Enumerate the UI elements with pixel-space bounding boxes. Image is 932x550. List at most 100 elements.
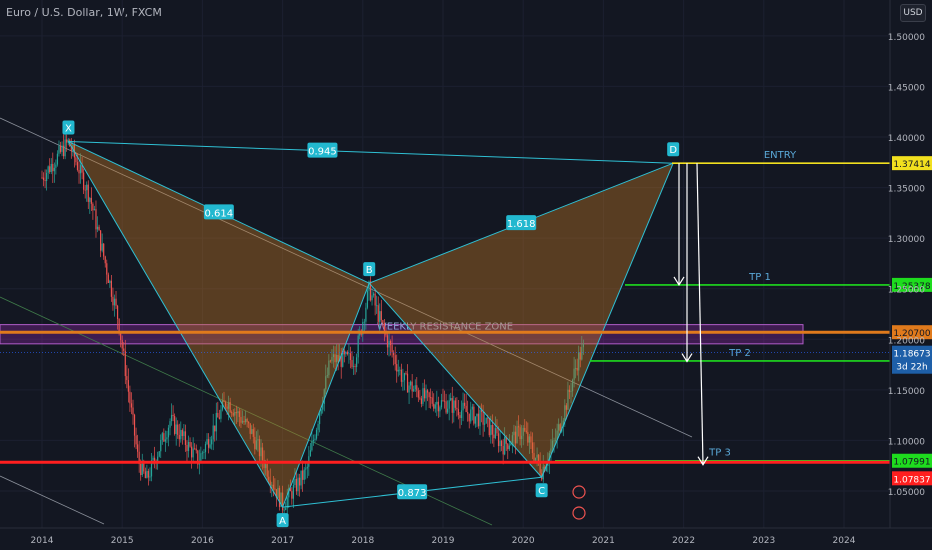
candle-body (451, 398, 453, 413)
candle-body (174, 416, 176, 434)
candle-body (209, 444, 211, 448)
candle-body (365, 307, 367, 322)
candle-body (144, 471, 146, 479)
candle-body (53, 167, 55, 172)
candle-body (453, 400, 455, 413)
candle-body (79, 164, 82, 174)
candle-body (371, 295, 373, 301)
candle-body (115, 298, 117, 306)
candle-body (59, 145, 62, 152)
candle-body (211, 439, 213, 445)
candle-body (217, 412, 219, 418)
pattern-triangle-bcd (369, 163, 674, 478)
candle-body (87, 184, 89, 202)
candle-body (414, 385, 416, 390)
candle-body (158, 451, 160, 457)
candle-body (64, 139, 66, 157)
candle-body (146, 470, 148, 479)
candle-body (283, 509, 285, 511)
ratio-label-text: 0.873 (398, 488, 427, 499)
price-axis: 1.50000 1.45000 1.40000 1.35000 1.30000 1.250… (888, 0, 925, 528)
x-tick-label: 2017 (271, 536, 294, 546)
candle-body (93, 209, 96, 211)
candle-body (46, 172, 48, 182)
candle-body (437, 401, 439, 412)
candle-body (195, 448, 197, 451)
candle-body (194, 448, 196, 450)
candle-body (502, 446, 504, 455)
point-label-text: C (538, 486, 545, 497)
candle-body (178, 434, 180, 440)
candle-body (430, 397, 432, 399)
candle-body (402, 380, 404, 382)
candle-body (103, 243, 105, 257)
candle-body (192, 448, 194, 458)
candle-body (425, 390, 427, 399)
candle-body (410, 381, 412, 386)
y-tick-label: 1.30000 (888, 235, 925, 245)
candle-body (394, 355, 396, 365)
candle-body (133, 414, 136, 436)
candle-body (494, 428, 497, 439)
x-tick-label: 2021 (592, 536, 615, 546)
y-tick-label: 1.35000 (888, 185, 925, 195)
candle-body (130, 403, 133, 408)
candle-body (416, 385, 418, 391)
level-label: TP 1 (748, 272, 771, 283)
level-label: TP 3 (708, 448, 731, 459)
x-tick-label: 2018 (351, 536, 374, 546)
candle-body (41, 177, 43, 179)
candle-body (170, 414, 173, 422)
candle-body (357, 335, 359, 358)
point-label-b: B (363, 262, 376, 277)
candle-body (167, 427, 170, 438)
point-label-text: B (366, 265, 373, 276)
candle-body (49, 166, 51, 172)
candle-body (462, 402, 464, 411)
candle-body (496, 428, 498, 434)
candle-body (456, 407, 458, 410)
chart-canvas[interactable]: WEEKLY RESISTANCE ZONE 0.9450.6140.8731.… (0, 0, 932, 550)
candle-body (298, 477, 301, 486)
candle-body (467, 412, 469, 414)
candle-body (180, 430, 182, 440)
price-badge-text: 1.07991 (893, 458, 930, 468)
y-tick-label: 1.05000 (888, 488, 925, 498)
candle-body (419, 397, 421, 399)
candle-body (220, 409, 222, 419)
candle-body (50, 163, 52, 172)
candle-body (348, 353, 350, 355)
candle-body (100, 230, 102, 251)
candle-body (166, 437, 168, 440)
candle-body (433, 403, 435, 409)
candle-body (488, 418, 490, 436)
candle-body (426, 390, 429, 393)
candle-body (305, 468, 307, 470)
ratio-label-text: 0.614 (205, 208, 234, 219)
candle-body (295, 479, 298, 492)
candle-body (403, 373, 406, 381)
candle-body (90, 197, 92, 204)
y-tick-label: 1.20000 (888, 336, 925, 346)
candle-body (439, 407, 441, 412)
candle-body (164, 439, 166, 442)
candle-body (376, 305, 378, 307)
y-tick-label: 1.25000 (888, 286, 925, 296)
x-tick-label: 2014 (31, 536, 54, 546)
candle-body (314, 438, 316, 440)
candle-body (406, 373, 409, 393)
candle-body (78, 169, 80, 174)
candle-body (382, 320, 384, 324)
candle-body (354, 366, 356, 368)
candle-body (413, 389, 415, 392)
point-label-c: C (535, 483, 548, 498)
candle-body (47, 166, 49, 173)
candle-body (95, 209, 97, 230)
candle-body (297, 477, 299, 492)
price-badge: 1.07837 (892, 471, 932, 486)
candle-body (459, 415, 461, 419)
candle-body (181, 430, 183, 436)
candle-body (317, 424, 319, 430)
price-badge-text: 1.37414 (893, 160, 930, 170)
candle-body (98, 226, 100, 231)
